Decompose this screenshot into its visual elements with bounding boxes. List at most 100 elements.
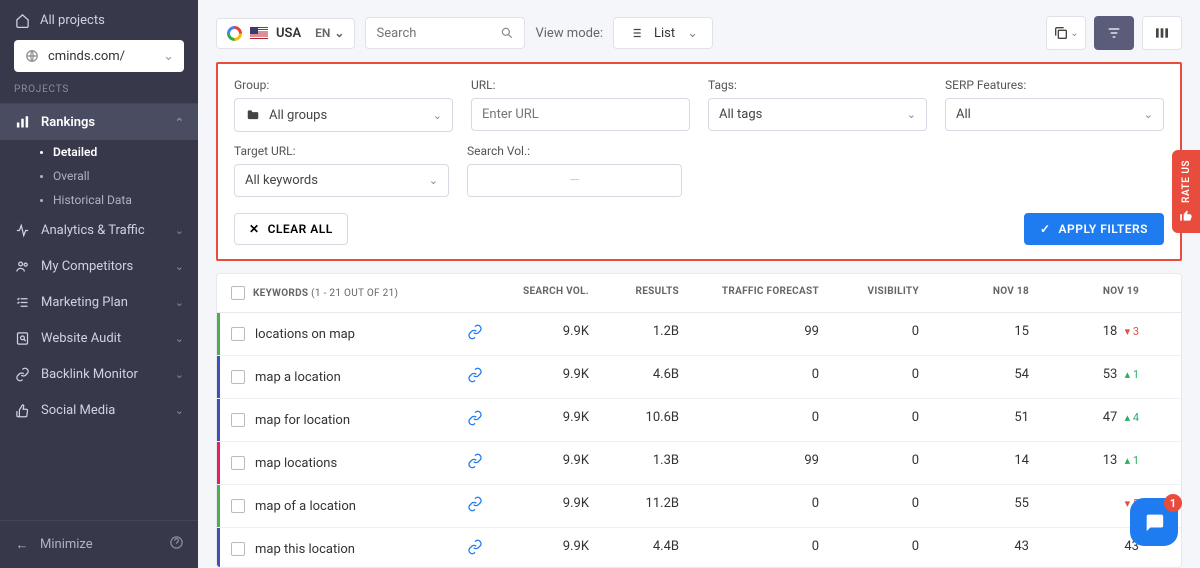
link-icon[interactable] [467, 324, 483, 344]
cell-nov19: 53 ▴ 1 [1039, 356, 1149, 398]
sidebar-item-marketing[interactable]: Marketing Plan ⌄ [0, 284, 198, 320]
subnav-detailed[interactable]: Detailed [0, 140, 198, 164]
project-name: cminds.com/ [48, 49, 125, 64]
link-icon[interactable] [467, 539, 483, 559]
link-icon[interactable] [467, 496, 483, 516]
check-icon: ✓ [1040, 222, 1051, 236]
link-icon[interactable] [467, 367, 483, 387]
col-visibility[interactable]: VISIBILITY [829, 274, 929, 312]
table-row[interactable]: map of a location9.9K11.2B0055 ▾ 5 [217, 485, 1181, 528]
apply-filters-button[interactable]: ✓ APPLY FILTERS [1024, 213, 1164, 245]
col-traffic[interactable]: TRAFFIC FORECAST [689, 274, 829, 312]
all-projects-label: All projects [40, 13, 105, 28]
sidebar-item-rankings[interactable]: Rankings ⌃ [0, 104, 198, 140]
cell-results: 11.2B [599, 485, 689, 527]
arrow-left-icon: ← [14, 537, 30, 553]
col-results[interactable]: RESULTS [599, 274, 689, 312]
cell-nov19: 18 ▾ 3 [1039, 313, 1149, 355]
chevron-down-icon: ⌄ [175, 332, 184, 345]
filter-label-target: Target URL: [234, 144, 449, 158]
cell-nov18: 15 [929, 313, 1039, 355]
sidebar-item-audit[interactable]: Website Audit ⌄ [0, 320, 198, 356]
filter-button[interactable] [1094, 16, 1134, 50]
chevron-down-icon: ⌄ [175, 368, 184, 381]
cell-traffic: 0 [689, 356, 829, 398]
chevron-down-icon: ⌄ [175, 296, 184, 309]
cell-traffic: 0 [689, 528, 829, 568]
filter-label-tags: Tags: [708, 78, 927, 92]
columns-button[interactable] [1142, 16, 1182, 50]
chevron-down-icon: ⌄ [687, 26, 698, 41]
select-all-checkbox[interactable] [231, 286, 245, 300]
chevron-down-icon: ⌄ [175, 260, 184, 273]
viewmode-select[interactable]: List ⌄ [613, 17, 713, 49]
cell-visibility: 0 [829, 442, 929, 484]
copy-button[interactable]: ⌄ [1046, 16, 1086, 50]
us-flag-icon [250, 27, 268, 39]
link-icon[interactable] [467, 453, 483, 473]
row-checkbox[interactable] [231, 413, 245, 427]
search-input[interactable] [376, 26, 492, 41]
cell-visibility: 0 [829, 399, 929, 441]
project-selector[interactable]: cminds.com/ ⌄ [14, 40, 184, 72]
minimize-button[interactable]: ← Minimize [0, 520, 198, 568]
subnav-overall[interactable]: Overall [0, 164, 198, 188]
rate-us-tab[interactable]: RATE US [1172, 150, 1200, 233]
search-input-wrapper[interactable] [365, 17, 525, 49]
table-row[interactable]: map locations9.9K1.3B9901413 ▴ 1 [217, 442, 1181, 485]
table-header: KEYWORDS (1 - 21 OUT OF 21) SEARCH VOL. … [217, 274, 1181, 313]
chat-icon [1143, 511, 1165, 533]
filter-svol-range[interactable]: — [467, 164, 682, 197]
subnav-historical[interactable]: Historical Data [0, 188, 198, 212]
cell-nov18: 51 [929, 399, 1039, 441]
users-icon [14, 258, 30, 274]
table-row[interactable]: map for location9.9K10.6B005147 ▴ 4 [217, 399, 1181, 442]
filter-group-select[interactable]: All groups ⌄ [234, 98, 453, 132]
thumb-icon [1179, 209, 1193, 223]
cell-nov19: 47 ▴ 4 [1039, 399, 1149, 441]
link-icon[interactable] [467, 410, 483, 430]
cell-nov18: 43 [929, 528, 1039, 568]
chevron-down-icon: ⌄ [163, 49, 174, 64]
col-searchvol[interactable]: SEARCH VOL. [499, 274, 599, 312]
cell-visibility: 0 [829, 485, 929, 527]
row-checkbox[interactable] [231, 542, 245, 556]
clear-all-button[interactable]: ✕ CLEAR ALL [234, 213, 348, 245]
filter-target-select[interactable]: All keywords ⌄ [234, 164, 449, 197]
filter-url-input[interactable] [471, 98, 690, 131]
filter-tags-value: All tags [719, 107, 762, 122]
table-row[interactable]: map this location9.9K4.4B004343 [217, 528, 1181, 568]
minimize-label: Minimize [40, 537, 93, 552]
sidebar-item-social[interactable]: Social Media ⌄ [0, 392, 198, 428]
col-nov18[interactable]: NOV 18 [929, 274, 1039, 312]
col-nov19[interactable]: NOV 19 [1039, 274, 1149, 312]
country-select[interactable]: USA EN ⌄ [216, 18, 355, 49]
filter-label-url: URL: [471, 78, 690, 92]
cell-results: 4.4B [599, 528, 689, 568]
row-checkbox[interactable] [231, 327, 245, 341]
lang-select[interactable]: EN ⌄ [315, 26, 344, 40]
row-checkbox[interactable] [231, 456, 245, 470]
filter-serp-select[interactable]: All ⌄ [945, 98, 1164, 131]
keyword-text: map locations [255, 456, 337, 471]
keywords-table: KEYWORDS (1 - 21 OUT OF 21) SEARCH VOL. … [216, 273, 1182, 568]
chat-badge: 1 [1164, 494, 1182, 512]
cell-results: 1.2B [599, 313, 689, 355]
filter-group-value: All groups [269, 108, 327, 123]
keyword-text: map a location [255, 370, 341, 385]
row-checkbox[interactable] [231, 370, 245, 384]
sidebar-item-competitors[interactable]: My Competitors ⌄ [0, 248, 198, 284]
filter-tags-select[interactable]: All tags ⌄ [708, 98, 927, 131]
table-row[interactable]: map a location9.9K4.6B005453 ▴ 1 [217, 356, 1181, 399]
all-projects-link[interactable]: All projects [14, 12, 184, 28]
table-row[interactable]: locations on map9.9K1.2B9901518 ▾ 3 [217, 313, 1181, 356]
cell-sv: 9.9K [499, 442, 599, 484]
nav-label: My Competitors [41, 259, 133, 274]
cell-results: 10.6B [599, 399, 689, 441]
checklist-icon [14, 294, 30, 310]
help-icon[interactable] [169, 535, 184, 554]
sidebar-item-backlink[interactable]: Backlink Monitor ⌄ [0, 356, 198, 392]
sidebar-item-analytics[interactable]: Analytics & Traffic ⌄ [0, 212, 198, 248]
row-checkbox[interactable] [231, 499, 245, 513]
chat-widget[interactable]: 1 [1130, 498, 1178, 546]
